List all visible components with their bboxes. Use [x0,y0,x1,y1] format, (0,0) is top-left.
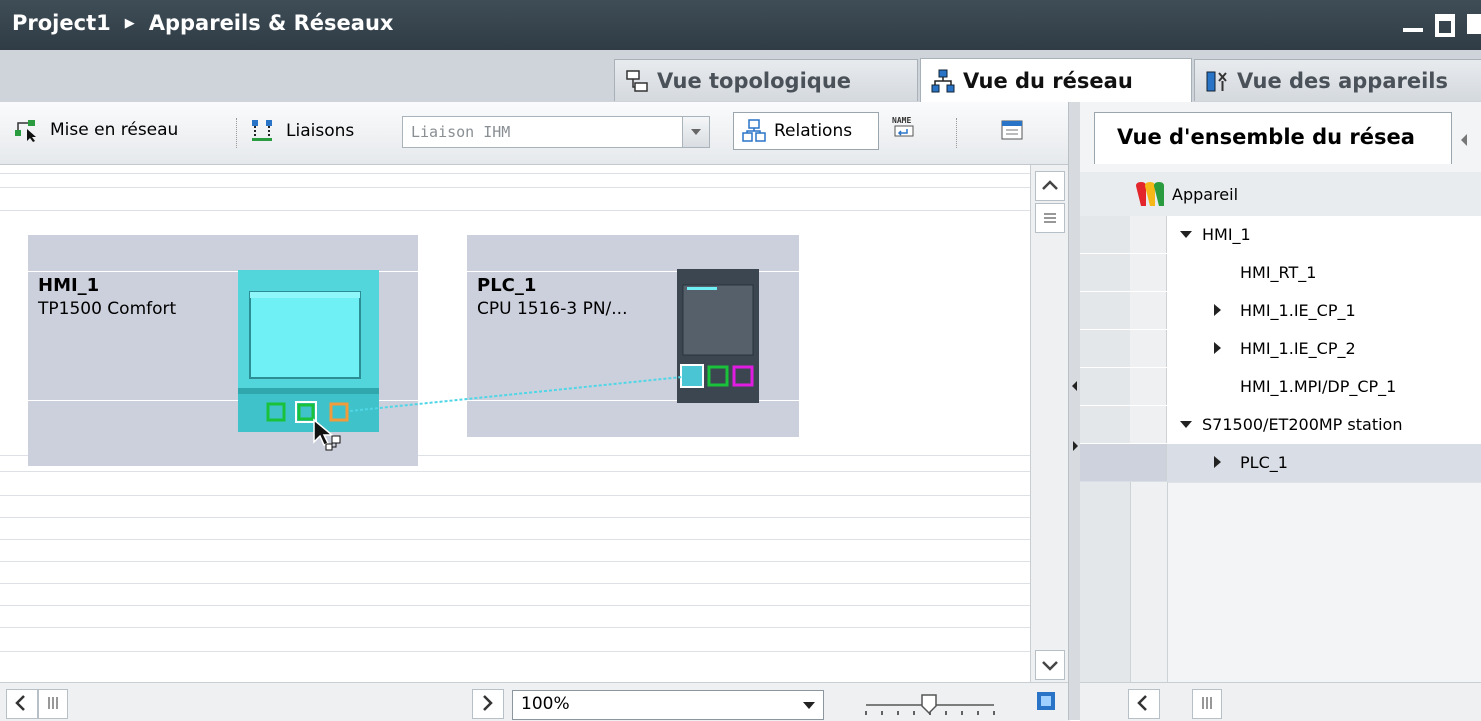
device-type: CPU 1516-3 PN/... [477,299,628,319]
tree-row[interactable]: S71500/ET200MP station [1080,406,1481,445]
tree-label: PLC_1 [1240,453,1288,472]
scroll-thumb[interactable] [1035,203,1065,233]
plc-profinet-port-1[interactable] [680,364,704,388]
topology-icon [626,69,648,92]
tab-network-view[interactable]: Vue du réseau [920,58,1192,102]
tree-row[interactable]: HMI_1 [1080,216,1481,255]
tab-label: Vue topologique [657,68,852,93]
hmi-panel-icon[interactable] [238,270,379,432]
tab-label: Vue du réseau [963,68,1133,93]
collapse-left-icon[interactable] [1070,378,1080,394]
network-button[interactable]: Mise en réseau [14,118,178,142]
maximize-icon[interactable] [1467,14,1481,34]
relations-label: Relations [774,121,853,141]
chevron-up-icon [1042,180,1058,190]
table-toggle-icon [1001,120,1023,140]
expanded-icon[interactable] [1180,421,1192,434]
tree-row[interactable]: HMI_1.MPI/DP_CP_1 [1080,368,1481,407]
connection-type-value: Liaison IHM [411,123,511,141]
breadcrumb-page: Appareils & Réseaux [148,11,394,35]
tree-label: S71500/ET200MP station [1202,415,1403,434]
grip-icon [1044,213,1056,223]
grip-icon [48,697,58,709]
network-tool-icon [15,120,36,142]
network-icon [931,69,955,92]
relations-icon [742,119,766,142]
grip-icon [1202,697,1212,709]
network-label: Mise en réseau [50,120,179,140]
zoom-slider-thumb[interactable] [921,694,937,715]
tree-row-selected[interactable]: PLC_1 [1080,444,1481,483]
chevron-down-icon [1042,661,1058,671]
tree-row[interactable]: HMI_RT_1 [1080,254,1481,293]
devices-icon [1206,71,1227,91]
chevron-right-icon [483,695,493,711]
column-header-device[interactable]: Appareil [1172,185,1238,204]
tree-label: HMI_1.IE_CP_2 [1240,339,1356,358]
breadcrumb: Project1 ▶ Appareils & Réseaux [12,11,393,35]
collapsed-icon[interactable] [1214,304,1227,316]
breadcrumb-project[interactable]: Project1 [12,11,111,35]
title-bar: Project1 ▶ Appareils & Réseaux [0,0,1481,50]
horizontal-scroll-thumb[interactable] [1192,689,1222,719]
show-table-button[interactable] [1000,118,1026,149]
tree-label: HMI_1 [1202,225,1251,244]
view-tab-bar: Vue topologique Vue du réseau Vue des ap… [0,50,1481,103]
collapsed-icon[interactable] [1214,456,1227,468]
breadcrumb-separator-icon: ▶ [124,15,135,31]
tab-network-overview[interactable]: Vue d'ensemble du résea [1094,112,1452,164]
collapse-right-icon[interactable] [1070,438,1080,454]
overview-bottom-bar [1080,682,1481,721]
tab-scroll-left-icon[interactable] [1454,128,1474,152]
horizontal-scroll-thumb[interactable] [38,689,68,719]
tab-label: Vue d'ensemble du résea [1117,125,1415,149]
zoom-value: 100% [521,694,570,714]
expanded-icon[interactable] [1180,231,1192,244]
scroll-left-button[interactable] [6,689,38,719]
device-name: HMI_1 [38,275,100,296]
chevron-down-icon[interactable] [682,117,709,147]
device-name: PLC_1 [477,275,537,296]
connections-label: Liaisons [286,121,355,141]
tab-label: Vue des appareils [1237,68,1448,93]
scroll-left-button[interactable] [1128,689,1160,719]
assign-name-icon: NAME [892,116,914,137]
network-canvas[interactable]: HMI_1 TP1500 Comfort PLC_1 CPU 1516-3 PN… [0,165,1030,682]
tree-label: HMI_RT_1 [1240,263,1317,282]
device-name-button[interactable]: NAME [890,114,920,149]
overview-table-header: Appareil [1080,172,1481,217]
overview-navigation-button[interactable] [1034,689,1060,720]
tree-row[interactable]: HMI_1.IE_CP_2 [1080,330,1481,369]
chevron-down-icon[interactable] [797,693,821,717]
scroll-up-button[interactable] [1035,171,1065,201]
restore-icon[interactable] [1435,14,1455,37]
scroll-down-button[interactable] [1035,650,1065,680]
device-type: TP1500 Comfort [38,299,177,319]
chevron-left-icon [1137,695,1147,711]
chevron-left-icon [15,695,25,711]
relations-button[interactable]: Relations [733,112,879,150]
tab-device-view[interactable]: Vue des appareils [1194,59,1481,101]
tree-label: HMI_1.IE_CP_1 [1240,301,1356,320]
canvas-vertical-scrollbar[interactable] [1030,165,1069,682]
plc-cpu-icon[interactable] [677,269,759,403]
tree-label: HMI_1.MPI/DP_CP_1 [1240,377,1397,396]
scroll-right-button[interactable] [472,689,504,719]
connection-type-select[interactable]: Liaison IHM [402,116,710,148]
mouse-cursor-icon [313,418,341,451]
minimize-icon[interactable] [1403,28,1423,32]
connections-icon [252,120,272,141]
collapsed-icon[interactable] [1214,342,1227,354]
tab-topology-view[interactable]: Vue topologique [614,59,918,101]
zoom-slider[interactable] [860,693,1000,721]
tree-row[interactable]: HMI_1.IE_CP_1 [1080,292,1481,331]
connections-button[interactable]: Liaisons [250,118,354,144]
diagnostics-icon [1136,182,1164,206]
svg-text:NAME: NAME [892,116,911,125]
navigator-icon [1037,692,1055,710]
zoom-select[interactable]: 100% [512,690,824,720]
